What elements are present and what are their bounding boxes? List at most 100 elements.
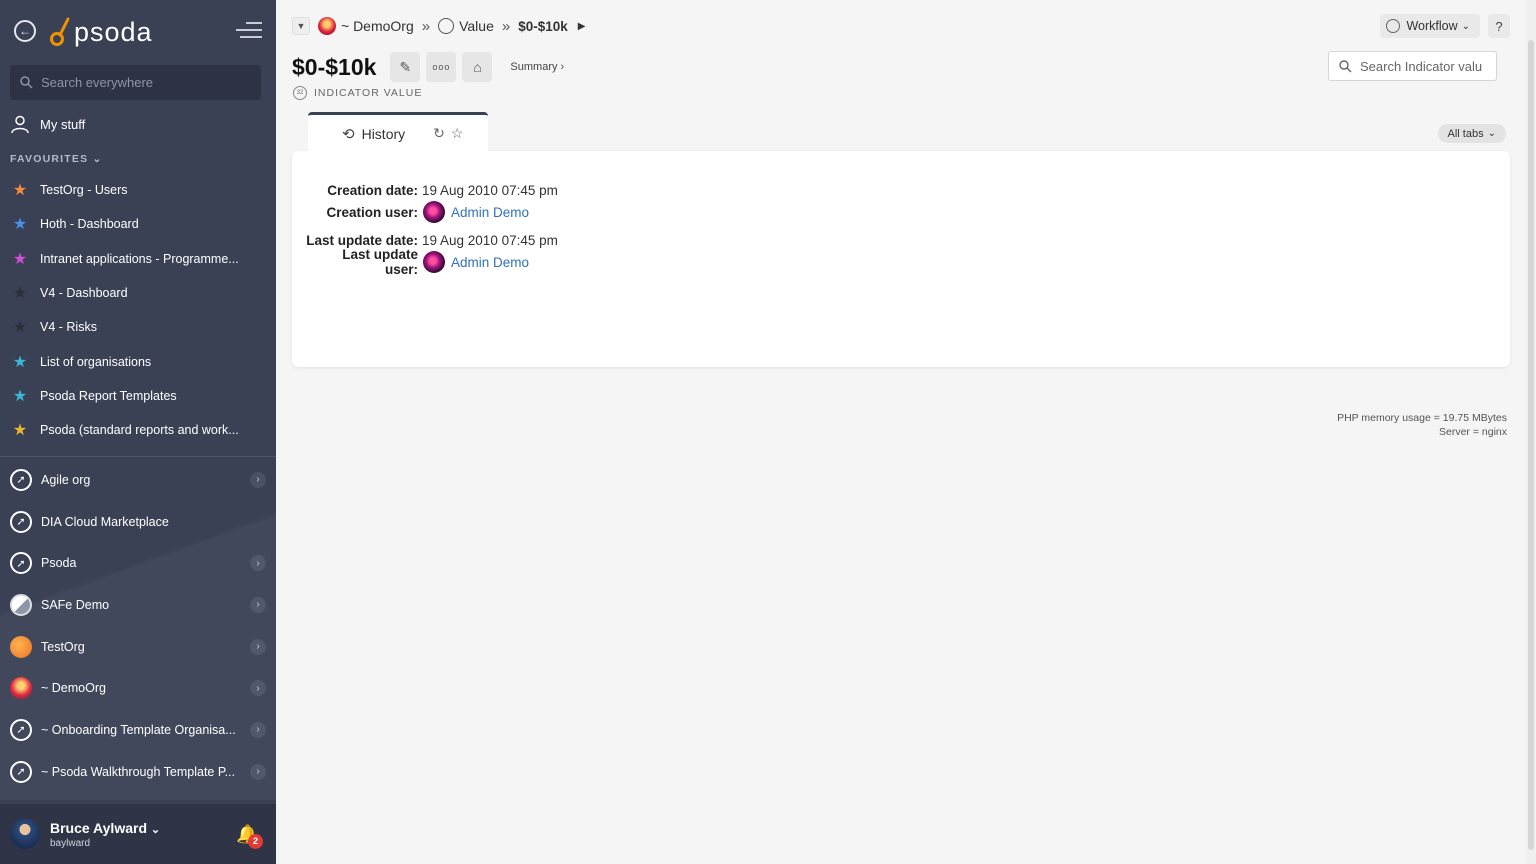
chevron-right-icon[interactable]: › [250, 638, 266, 655]
star-icon: ★ [12, 182, 28, 200]
star-icon: ★ [12, 285, 28, 303]
favourites-label: FAVOURITES [10, 153, 89, 165]
favourite-label: Psoda Report Templates [40, 388, 177, 403]
organisation-item[interactable]: ➚ ~ Psoda Walkthrough Template P... › [10, 751, 270, 793]
scrollbar-thumb[interactable] [1528, 40, 1534, 850]
creation-user-row: Creation user: Admin Demo [306, 201, 558, 223]
edit-button[interactable]: ✎ [390, 52, 421, 82]
chevron-right-icon[interactable]: › [250, 721, 266, 738]
workflow-button[interactable]: Workflow ⌄ [1380, 14, 1480, 38]
pencil-icon: ✎ [399, 58, 412, 75]
update-date-value: 19 Aug 2010 07:45 pm [422, 232, 558, 248]
indicator-search-input[interactable] [1360, 58, 1488, 74]
rocket-icon: ➚ [10, 552, 32, 575]
chevron-right-icon[interactable]: › [250, 596, 266, 613]
breadcrumb-org[interactable]: ~ DemoOrg [341, 18, 414, 34]
all-tabs-label: All tabs [1447, 127, 1484, 140]
all-tabs-button[interactable]: All tabs ⌄ [1437, 124, 1506, 143]
star-icon: ★ [12, 216, 28, 234]
creation-user-link[interactable]: Admin Demo [451, 205, 529, 220]
rocket-icon: ➚ [10, 718, 32, 741]
favourite-item[interactable]: ★ Intranet applications - Programme... [10, 242, 266, 276]
my-stuff-link[interactable]: My stuff [10, 114, 85, 134]
breadcrumb-dropdown[interactable]: ▼ [292, 17, 310, 35]
collapse-sidebar-icon[interactable] [236, 22, 262, 40]
organisation-label: SAFe Demo [41, 597, 110, 612]
favourite-label: V4 - Risks [40, 320, 97, 335]
avatar [10, 819, 40, 849]
memory-usage: PHP memory usage = 19.75 MBytes [1337, 412, 1507, 424]
sidebar: ← psoda My stuff FAVOURITES ⌄ ★ TestOrg -… [0, 0, 276, 864]
star-icon: ★ [12, 250, 28, 268]
breadcrumb-current: $0-$10k [518, 18, 568, 34]
organisation-item[interactable]: ➚ Agile org › [10, 459, 270, 501]
logo[interactable]: psoda [50, 12, 153, 52]
favourite-item[interactable]: ★ TestOrg - Users [10, 173, 266, 207]
sidebar-divider [0, 456, 276, 457]
favourite-item[interactable]: ★ List of organisations [10, 344, 266, 378]
creation-date-label: Creation date: [327, 182, 418, 198]
creation-date-value: 19 Aug 2010 07:45 pm [422, 182, 558, 198]
favourite-label: Intranet applications - Programme... [40, 251, 239, 266]
page-title: $0-$10k [292, 53, 377, 80]
rocket-icon: ➚ [10, 468, 32, 491]
update-user-row: Last update user: Admin Demo [306, 247, 558, 277]
favourite-item[interactable]: ★ Psoda Report Templates [10, 379, 266, 413]
update-user-label: Last update user: [342, 247, 418, 277]
user-menu[interactable]: Bruce Aylward ⌄ baylward 🔔 2 [0, 804, 276, 864]
star-icon: ★ [12, 353, 28, 371]
play-icon[interactable]: ▶ [578, 21, 586, 32]
favourite-label: TestOrg - Users [40, 183, 128, 198]
organisation-label: ~ Onboarding Template Organisa... [41, 722, 236, 737]
organisation-item[interactable]: ➚ ~ Onboarding Template Organisa... › [10, 709, 270, 751]
refresh-icon[interactable]: ↻ [433, 125, 445, 142]
more-icon: ooo [432, 62, 451, 72]
server-info: Server = nginx [1439, 426, 1507, 438]
favourite-item[interactable]: ★ Hoth - Dashboard [10, 207, 266, 241]
notifications-button[interactable]: 🔔 2 [236, 824, 263, 850]
tab-history[interactable]: ⟲ History ↻ ☆ [308, 112, 488, 152]
organisation-label: ~ DemoOrg [41, 681, 106, 696]
top-right-actions: Workflow ⌄ ? [1380, 14, 1510, 38]
favourites-list: ★ TestOrg - Users ★ Hoth - Dashboard ★ Intran… [10, 173, 266, 447]
organisation-label: TestOrg [41, 639, 85, 654]
org-logo-icon [10, 677, 32, 700]
global-search-input[interactable] [41, 75, 241, 90]
star-icon: ★ [12, 422, 28, 440]
logo-text: psoda [74, 16, 153, 47]
favourite-label: Hoth - Dashboard [40, 217, 139, 232]
chevron-right-icon[interactable]: › [250, 471, 266, 488]
scrollbar[interactable] [1526, 0, 1536, 864]
number-icon: 32 [293, 86, 307, 100]
favourite-item[interactable]: ★ V4 - Dashboard [10, 276, 266, 310]
favourites-toggle[interactable]: FAVOURITES ⌄ [10, 153, 102, 165]
organisation-item[interactable]: SAFe Demo › [10, 584, 270, 626]
favourite-item[interactable]: ★ Psoda (standard reports and work... [10, 413, 266, 447]
user-info: Bruce Aylward ⌄ baylward [50, 820, 160, 849]
organisation-item[interactable]: ➚ Psoda › [10, 542, 270, 584]
chevron-right-icon[interactable]: › [250, 555, 266, 572]
star-icon[interactable]: ☆ [451, 125, 464, 142]
organisation-item[interactable]: ➚ DIA Cloud Marketplace [10, 501, 270, 543]
chevron-right-icon[interactable]: › [250, 680, 266, 697]
organisation-item[interactable]: TestOrg › [10, 626, 270, 668]
search-icon [20, 76, 33, 89]
page-header: $0-$10k ✎ ooo ⌂ Summary › [292, 52, 564, 82]
breadcrumb-section[interactable]: Value [459, 18, 494, 34]
favourite-item[interactable]: ★ V4 - Risks [10, 310, 266, 344]
summary-link[interactable]: Summary › [510, 61, 564, 73]
my-stuff-label: My stuff [40, 116, 86, 132]
avatar [423, 251, 445, 273]
tag-button[interactable]: ⌂ [462, 52, 493, 82]
tag-icon: ⌂ [473, 59, 482, 75]
organisation-item[interactable]: ~ DemoOrg › [10, 667, 270, 709]
update-user-link[interactable]: Admin Demo [451, 255, 529, 270]
chevron-right-icon[interactable]: › [250, 763, 266, 780]
creation-user-value: Admin Demo [422, 201, 529, 223]
help-button[interactable]: ? [1488, 14, 1510, 38]
back-button[interactable]: ← [14, 20, 36, 42]
star-icon: ★ [12, 387, 28, 405]
more-button[interactable]: ooo [426, 52, 457, 82]
favourite-label: V4 - Dashboard [40, 286, 128, 301]
avatar [423, 201, 445, 223]
